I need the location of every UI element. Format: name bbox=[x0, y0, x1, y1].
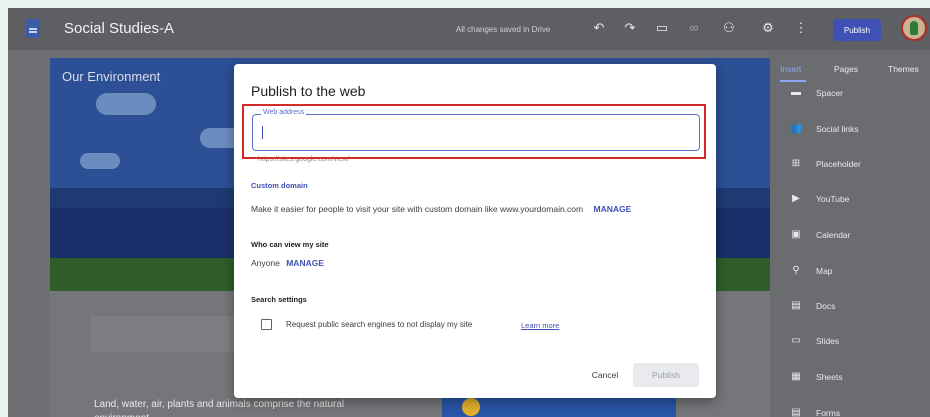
people-icon: 👥 bbox=[790, 123, 803, 134]
map-pin-icon: ⚲ bbox=[792, 265, 800, 276]
slides-icon: ▭ bbox=[791, 335, 801, 346]
panel-item-forms[interactable]: ▤ Forms bbox=[770, 402, 930, 417]
panel-item-sheets[interactable]: ▦ Sheets bbox=[770, 366, 930, 388]
panel-item-slides[interactable]: ▭ Slides bbox=[770, 330, 930, 352]
search-engine-checkbox[interactable] bbox=[261, 319, 272, 330]
tab-insert[interactable]: Insert bbox=[780, 64, 801, 74]
panel-item-label: Calendar bbox=[816, 230, 851, 240]
spacer-icon: ▬ bbox=[791, 87, 801, 98]
top-bar: Social Studies-A All changes saved in Dr… bbox=[8, 8, 930, 50]
sheets-icon: ▦ bbox=[791, 371, 801, 382]
panel-item-placeholder[interactable]: ⊞ Placeholder bbox=[770, 153, 930, 175]
panel-item-label: Placeholder bbox=[816, 159, 861, 169]
who-can-view-manage-link[interactable]: MANAGE bbox=[286, 258, 324, 268]
dialog-publish-button[interactable]: Publish bbox=[633, 363, 699, 387]
undo-icon[interactable]: ↶ bbox=[590, 19, 608, 37]
custom-domain-text: Make it easier for people to visit your … bbox=[251, 204, 631, 214]
search-engine-checkbox-label[interactable]: Request public search engines to not dis… bbox=[286, 320, 472, 329]
custom-domain-description: Make it easier for people to visit your … bbox=[251, 204, 584, 214]
tab-themes[interactable]: Themes bbox=[888, 64, 919, 74]
save-status: All changes saved in Drive bbox=[456, 25, 551, 34]
panel-item-social-links[interactable]: 👥 Social links bbox=[770, 118, 930, 140]
panel-item-label: Map bbox=[816, 266, 833, 276]
plus-box-icon: ⊞ bbox=[791, 158, 801, 169]
redo-icon[interactable]: ↷ bbox=[621, 19, 639, 37]
panel-item-label: Slides bbox=[816, 336, 840, 346]
cancel-button[interactable]: Cancel bbox=[582, 364, 628, 386]
panel-item-label: Forms bbox=[816, 408, 841, 417]
panel-item-label: YouTube bbox=[816, 194, 850, 204]
hero-title[interactable]: Our Environment bbox=[62, 69, 160, 84]
sun-shape bbox=[462, 398, 480, 416]
learn-more-link[interactable]: Learn more bbox=[521, 321, 559, 330]
dialog-title: Publish to the web bbox=[251, 83, 366, 99]
panel-tabs: Insert Pages Themes bbox=[770, 64, 930, 78]
panel-item-label: Spacer bbox=[816, 88, 843, 98]
calendar-icon: ▣ bbox=[791, 229, 801, 240]
tab-pages[interactable]: Pages bbox=[834, 64, 858, 74]
avatar[interactable] bbox=[901, 15, 927, 41]
gear-icon[interactable]: ⚙ bbox=[759, 19, 777, 37]
site-title[interactable]: Social Studies-A bbox=[64, 20, 174, 37]
publish-button[interactable]: Publish bbox=[833, 19, 881, 41]
body-text[interactable]: Land, water, air, plants and animals com… bbox=[94, 398, 394, 417]
panel-item-map[interactable]: ⚲ Map bbox=[770, 260, 930, 282]
panel-item-label: Sheets bbox=[816, 372, 843, 382]
more-vert-icon[interactable]: ⋮ bbox=[792, 19, 810, 37]
who-can-view-heading: Who can view my site bbox=[251, 240, 329, 249]
panel-item-youtube[interactable]: ▶ YouTube bbox=[770, 188, 930, 210]
panel-item-label: Social links bbox=[816, 124, 859, 134]
sites-logo-icon[interactable] bbox=[26, 19, 40, 38]
panel-item-spacer[interactable]: ▬ Spacer bbox=[770, 82, 930, 104]
cloud-shape bbox=[96, 93, 156, 115]
preview-icon[interactable]: ▭ bbox=[653, 19, 671, 37]
insert-panel: Insert Pages Themes ▬ Spacer 👥 Social li… bbox=[770, 50, 930, 417]
who-can-view-value: Anyone bbox=[251, 258, 280, 268]
add-person-icon[interactable]: ⚇ bbox=[720, 19, 738, 37]
who-can-view-row: Anyone MANAGE bbox=[251, 258, 324, 268]
custom-domain-heading: Custom domain bbox=[251, 181, 308, 190]
search-settings-heading: Search settings bbox=[251, 295, 307, 304]
panel-item-docs[interactable]: ▤ Docs bbox=[770, 295, 930, 317]
link-icon[interactable]: ∞ bbox=[685, 19, 703, 37]
panel-item-calendar[interactable]: ▣ Calendar bbox=[770, 224, 930, 246]
youtube-icon: ▶ bbox=[792, 193, 800, 204]
cloud-shape bbox=[80, 153, 120, 169]
docs-icon: ▤ bbox=[791, 300, 801, 311]
highlight-box bbox=[242, 104, 706, 159]
forms-icon: ▤ bbox=[791, 407, 801, 417]
panel-item-label: Docs bbox=[816, 301, 836, 311]
custom-domain-manage-link[interactable]: MANAGE bbox=[593, 204, 631, 214]
